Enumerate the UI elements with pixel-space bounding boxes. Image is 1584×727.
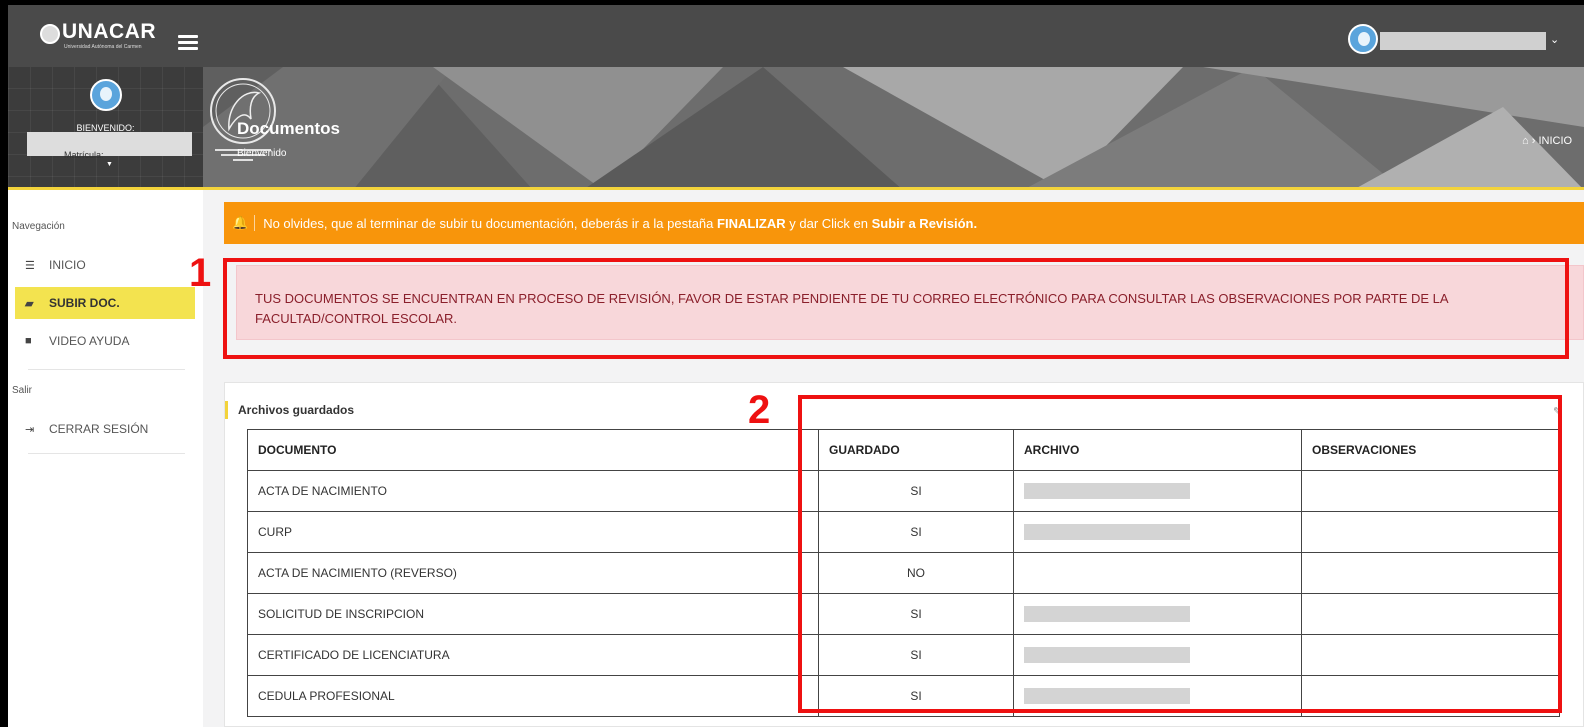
profile-avatar: [90, 79, 122, 111]
page-subtitle: Bienvenido: [237, 148, 287, 159]
sidebar-item-inicio[interactable]: ☰ INICIO: [15, 249, 195, 281]
panel-title: Archivos guardados: [225, 401, 354, 419]
sign-out-icon: ⇥: [25, 423, 35, 436]
sidebar-item-video-ayuda[interactable]: ■ VIDEO AYUDA: [15, 325, 195, 357]
nav-divider: [28, 453, 185, 454]
bell-icon: 🔔: [232, 215, 249, 230]
exit-heading: Salir: [12, 385, 33, 396]
breadcrumb-inicio[interactable]: › INICIO: [1532, 135, 1572, 147]
sidebar-item-label: INICIO: [49, 258, 86, 272]
annotation-box-1: [223, 258, 1569, 359]
user-name-redacted[interactable]: [1380, 32, 1546, 50]
sidebar-profile: BIENVENIDO: Matrícula: ▼: [8, 67, 203, 190]
breadcrumb[interactable]: ⌂ › INICIO: [1522, 135, 1572, 147]
folder-open-icon: ▰: [25, 297, 34, 310]
list-icon: ☰: [25, 259, 35, 272]
document-name: ACTA DE NACIMIENTO: [247, 470, 819, 512]
nav-divider: [28, 369, 185, 370]
profile-name-redacted: [27, 132, 192, 156]
top-navbar: UNACAR Universidad Autónoma del Carmen ⌄: [8, 5, 1584, 67]
document-name: CERTIFICADO DE LICENCIATURA: [247, 634, 819, 676]
warning-alert: 🔔 No olvides, que al terminar de subir t…: [224, 202, 1584, 244]
university-seal-icon: [40, 24, 60, 44]
sidebar: BIENVENIDO: Matrícula: ▼ Navegación ☰ IN…: [8, 67, 203, 727]
annotation-number-2: 2: [748, 388, 771, 432]
profile-caret-icon[interactable]: ▼: [106, 161, 113, 168]
matricula-label: Matrícula:: [64, 150, 104, 160]
warning-action-name: Subir a Revisión.: [871, 215, 978, 231]
warning-prefix: No olvides, que al terminar de subir tu …: [263, 215, 714, 231]
document-name: ACTA DE NACIMIENTO (REVERSO): [247, 552, 819, 594]
unacar-logo[interactable]: UNACAR Universidad Autónoma del Carmen: [34, 18, 174, 54]
app-window: UNACAR Universidad Autónoma del Carmen ⌄…: [8, 5, 1584, 727]
video-camera-icon: ■: [25, 335, 32, 347]
column-header-documento: DOCUMENTO: [247, 429, 819, 471]
sidebar-item-subir-doc[interactable]: ▰ SUBIR DOC.: [15, 287, 195, 319]
home-icon: ⌂: [1522, 135, 1529, 147]
annotation-number-1: 1: [189, 251, 212, 295]
document-name: CURP: [247, 511, 819, 553]
warning-mid: y dar Click en: [789, 215, 868, 231]
page-header-banner: Documentos Bienvenido ⌂ › INICIO: [203, 67, 1584, 190]
user-avatar[interactable]: [1348, 24, 1378, 54]
document-name: CEDULA PROFESIONAL: [247, 675, 819, 717]
warning-text: No olvides, que al terminar de subir tu …: [263, 216, 977, 231]
menu-toggle-icon[interactable]: [178, 35, 198, 51]
document-name: SOLICITUD DE INSCRIPCION: [247, 593, 819, 635]
sidebar-item-label: SUBIR DOC.: [49, 296, 120, 310]
sidebar-item-cerrar-sesion[interactable]: ⇥ CERRAR SESIÓN: [15, 413, 195, 445]
annotation-box-2: [798, 395, 1562, 713]
logo-subtitle: Universidad Autónoma del Carmen: [64, 44, 142, 50]
warning-tab-name: FINALIZAR: [717, 215, 786, 231]
sidebar-item-label: CERRAR SESIÓN: [49, 422, 149, 436]
alert-divider: [254, 215, 256, 231]
page-title: Documentos: [237, 119, 340, 138]
sidebar-item-label: VIDEO AYUDA: [49, 334, 130, 348]
banner-background: [203, 67, 1584, 187]
chevron-down-icon[interactable]: ⌄: [1550, 33, 1559, 46]
nav-heading: Navegación: [12, 221, 65, 232]
logo-text: UNACAR: [62, 20, 156, 43]
